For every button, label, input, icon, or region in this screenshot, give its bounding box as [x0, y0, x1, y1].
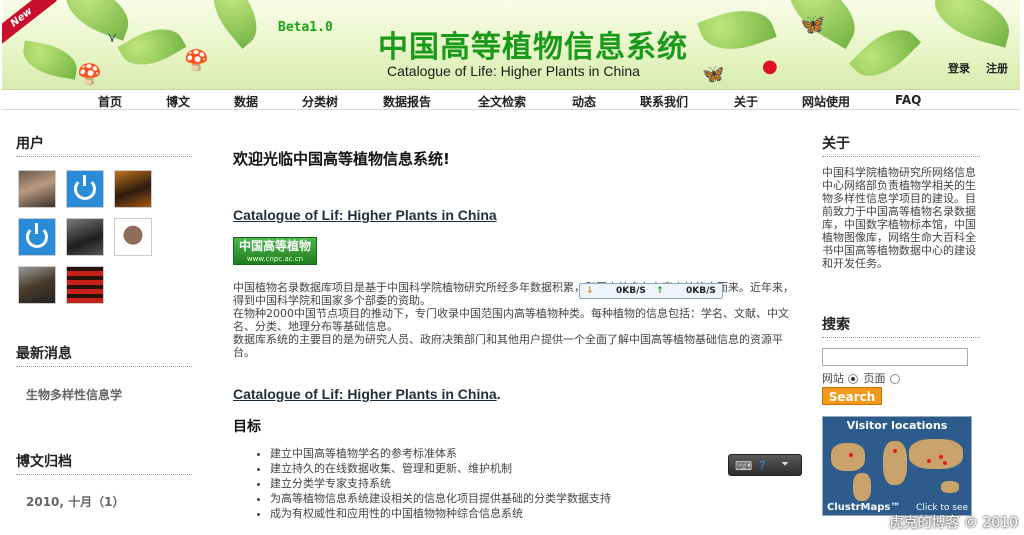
- user-avatar[interactable]: [66, 266, 104, 304]
- leaf-decoration: [19, 40, 81, 80]
- about-text: 中国科学院植物研究所网络信息中心网络部负责植物学相关的生物多样性信息学项目的建设…: [822, 166, 976, 270]
- visitor-dot: [893, 449, 897, 453]
- list-item: 为高等植物信息系统建设相关的信息化项目提供基础的分类学数据支持: [270, 491, 611, 506]
- cnpc-logo-badge[interactable]: 中国高等植物 www.cnpc.ac.cn: [233, 237, 317, 265]
- purpose-paragraph: 数据库系统的主要目的是为研究人员、政府决策部门和其他用户提供一个全面了解中国高等…: [233, 333, 783, 359]
- archive-item-link[interactable]: 2010, 十月（1）: [26, 493, 125, 510]
- archive-heading: 博文归档: [16, 451, 192, 475]
- leaf-decoration: [199, 0, 271, 49]
- about-heading: 关于: [822, 133, 980, 157]
- user-avatar[interactable]: [66, 218, 104, 256]
- download-speed: 0KB/S: [616, 286, 646, 296]
- nav-contact[interactable]: 联系我们: [640, 93, 688, 110]
- main-nav: 首页 博文 数据 分类树 数据报告 全文检索 动态 联系我们 关于 网站使用 F…: [2, 90, 1020, 110]
- login-link[interactable]: 登录: [948, 60, 970, 76]
- leaf-decoration: [848, 16, 922, 89]
- nav-news[interactable]: 动态: [572, 93, 596, 110]
- register-link[interactable]: 注册: [986, 60, 1008, 76]
- map-land: [831, 443, 865, 471]
- nav-data-report[interactable]: 数据报告: [383, 93, 431, 110]
- map-land: [941, 481, 959, 493]
- watermark: 虎克的博客 © 2010: [889, 515, 1018, 531]
- goals-list: 建立中国高等植物学名的参考标准体系 建立持久的在线数据收集、管理和更新、维护机制…: [256, 446, 611, 521]
- user-avatar[interactable]: [114, 218, 152, 256]
- radio-page[interactable]: [889, 374, 900, 384]
- nav-data[interactable]: 数据: [234, 93, 258, 110]
- search-heading: 搜索: [822, 314, 980, 338]
- nav-fulltext-search[interactable]: 全文检索: [478, 93, 526, 110]
- radio-page-label: 页面: [863, 372, 886, 385]
- radio-site[interactable]: [848, 374, 858, 384]
- map-land: [909, 439, 963, 469]
- list-item: 建立持久的在线数据收集、管理和更新、维护机制: [270, 461, 611, 476]
- upload-arrow-icon: ↑: [656, 286, 664, 296]
- search-input[interactable]: [822, 348, 968, 366]
- chevron-down-icon: ⏷: [781, 459, 789, 470]
- catalogue-link-2-text: Catalogue of Lif: Higher Plants in China: [233, 386, 497, 402]
- nav-home[interactable]: 首页: [98, 93, 122, 110]
- user-avatar-default[interactable]: [18, 218, 56, 256]
- nav-about[interactable]: 关于: [734, 93, 758, 110]
- visitor-dot: [927, 459, 931, 463]
- user-avatar[interactable]: [18, 170, 56, 208]
- nav-faq[interactable]: FAQ: [895, 93, 921, 107]
- scope-paragraph: 在物种2000中国节点项目的推动下，专门收录中国范围内高等植物种类。每种植物的信…: [233, 307, 789, 333]
- welcome-heading: 欢迎光临中国高等植物信息系统!: [233, 150, 450, 168]
- download-arrow-icon: ↓: [586, 286, 594, 296]
- news-item-link[interactable]: 生物多样性信息学: [26, 386, 122, 403]
- list-item: 建立分类学专家支持系统: [270, 476, 611, 491]
- goals-heading: 目标: [233, 419, 261, 435]
- leaf-decoration: [57, 0, 137, 41]
- catalogue-link-2-period: .: [496, 386, 501, 402]
- ladybug-icon: ●: [762, 56, 778, 77]
- catalogue-link-2[interactable]: Catalogue of Lif: Higher Plants in China…: [233, 386, 501, 402]
- butterfly-icon: 🦋: [702, 64, 725, 85]
- mushroom-icon: 🍄: [77, 62, 102, 86]
- nav-site-usage[interactable]: 网站使用: [802, 93, 850, 110]
- users-heading: 用户: [16, 133, 192, 157]
- network-speed-widget[interactable]: ↓ 0KB/S ↑ 0KB/S: [579, 283, 723, 299]
- radio-site-label: 网站: [822, 372, 844, 385]
- visitor-dot: [943, 461, 947, 465]
- map-land: [883, 441, 907, 485]
- upload-speed: 0KB/S: [686, 286, 716, 296]
- search-button[interactable]: Search: [822, 387, 882, 405]
- badge-url: www.cnpc.ac.cn: [246, 255, 304, 263]
- help-icon: ?: [759, 459, 766, 473]
- visitor-map-widget[interactable]: Visitor locations ClustrMaps™ Click to s…: [822, 416, 972, 516]
- user-avatar[interactable]: [114, 170, 152, 208]
- beta-label: Beta1.0: [278, 20, 333, 35]
- catalogue-link[interactable]: Catalogue of Lif: Higher Plants in China: [233, 207, 497, 223]
- nav-blog[interactable]: 博文: [166, 93, 190, 110]
- butterfly-icon: 🦋: [800, 12, 825, 36]
- nav-taxonomy-tree[interactable]: 分类树: [302, 93, 338, 110]
- leaf-decoration: [927, 0, 1017, 48]
- visitor-dot: [939, 455, 943, 459]
- keyboard-icon: ⌨: [735, 459, 753, 473]
- site-banner: New 🍄 🍄 ⋎ 🦋 🦋 ● Beta1.0 中国高等植物信息系统 Catal…: [2, 0, 1020, 90]
- user-avatar[interactable]: [18, 266, 56, 304]
- butterfly-icon: ⋎: [107, 30, 118, 46]
- news-heading: 最新消息: [16, 343, 192, 367]
- visitor-dot: [849, 453, 853, 457]
- badge-title: 中国高等植物: [238, 239, 311, 253]
- user-avatar-default[interactable]: [66, 170, 104, 208]
- input-method-toolbar[interactable]: ⌨ ? ⏷: [728, 454, 802, 476]
- map-title: Visitor locations: [846, 419, 948, 432]
- search-scope: 网站 页面: [822, 370, 902, 386]
- site-title: 中国高等植物信息系统: [378, 30, 688, 65]
- leaf-decoration: [697, 0, 777, 61]
- list-item: 建立中国高等植物学名的参考标准体系: [270, 446, 611, 461]
- mushroom-icon: 🍄: [184, 48, 209, 72]
- list-item: 成为有权威性和应用性的中国植物物种综合信息系统: [270, 506, 611, 521]
- site-subtitle: Catalogue of Life: Higher Plants in Chin…: [387, 63, 640, 79]
- map-land: [853, 473, 871, 501]
